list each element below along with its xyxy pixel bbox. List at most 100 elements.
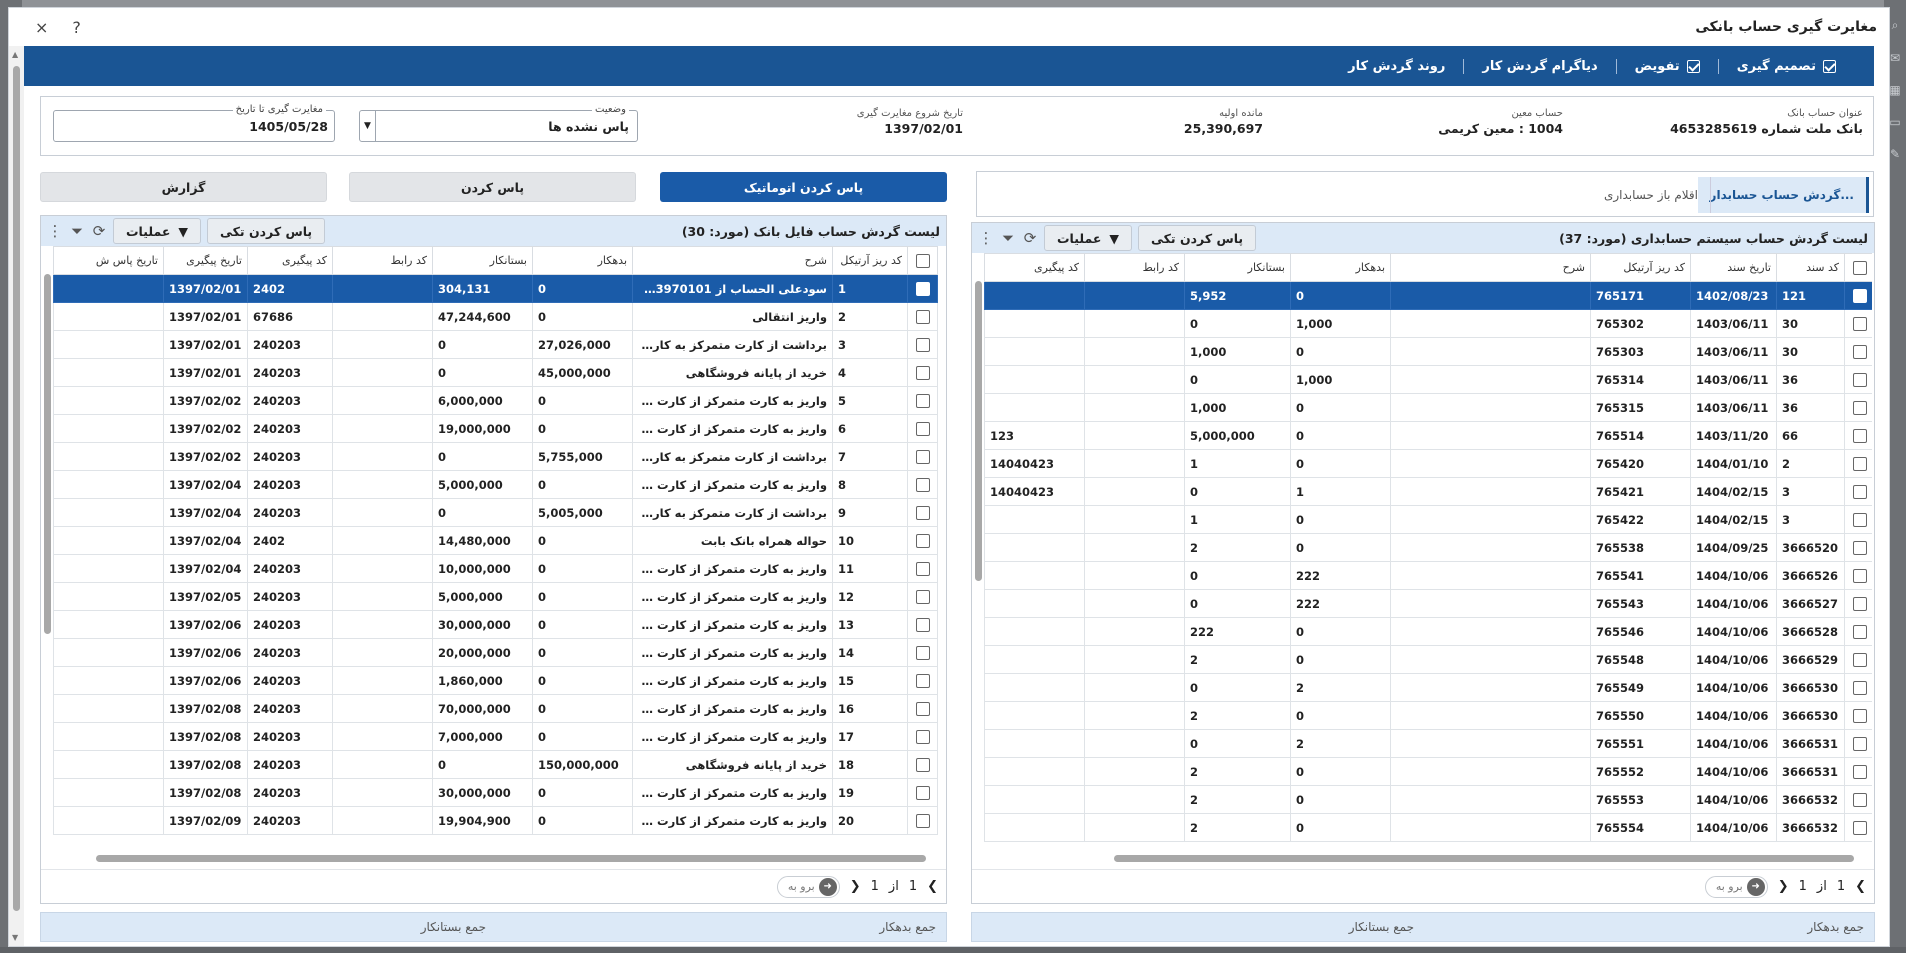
column-header[interactable]: کد رابط	[1084, 253, 1185, 282]
pass-button[interactable]: پاس کردن	[349, 172, 636, 202]
checkbox-icon[interactable]	[1852, 764, 1867, 779]
row-checkbox[interactable]	[907, 442, 938, 471]
row-checkbox[interactable]	[1844, 505, 1872, 534]
table-row[interactable]: 121 1402/08/23 765171 0 5,952	[984, 281, 1872, 310]
table-row[interactable]: 3666531 1404/10/06 765551 2 0	[984, 729, 1872, 758]
row-checkbox[interactable]	[907, 330, 938, 359]
bank-single-pass-button[interactable]: پاس کردن تکی	[207, 218, 326, 244]
checkbox-icon[interactable]	[1852, 792, 1867, 807]
column-header[interactable]: کد پیگیری	[247, 246, 333, 275]
checkbox-icon[interactable]	[915, 729, 930, 744]
checkbox-icon[interactable]	[915, 561, 930, 576]
row-checkbox[interactable]	[1844, 589, 1872, 618]
table-row[interactable]: 36 1403/06/11 765314 1,000 0	[984, 365, 1872, 394]
scroll-thumb[interactable]	[44, 274, 51, 634]
row-checkbox[interactable]	[1844, 309, 1872, 338]
accounting-hscroll[interactable]	[984, 851, 1870, 865]
column-header[interactable]: کد سند	[1776, 253, 1845, 282]
table-row[interactable]: 4 خرید از پایانه فروشگاهی 45,000,000 0 24020…	[53, 358, 938, 387]
column-header[interactable]: بستانکار	[432, 246, 533, 275]
row-checkbox[interactable]	[1844, 645, 1872, 674]
checkbox-icon[interactable]	[1852, 484, 1867, 499]
table-row[interactable]: 3 1404/02/15 765421 1 0 14040423	[984, 477, 1872, 506]
column-header[interactable]: کد رابط	[332, 246, 433, 275]
table-row[interactable]: 12واریز به کارت متمرکز از کارت شتاب اینت…	[53, 582, 938, 611]
scroll-down-icon[interactable]: ▼	[12, 933, 18, 942]
checkbox-icon[interactable]	[1852, 708, 1867, 723]
next-page-icon[interactable]: ❮	[927, 879, 938, 894]
refresh-icon[interactable]: ⟳	[1022, 229, 1038, 247]
table-row[interactable]: 3666532 1404/10/06 765554 0 2	[984, 813, 1872, 842]
filter-icon[interactable]: ⏷	[69, 222, 85, 240]
checkbox-icon[interactable]	[1852, 428, 1867, 443]
scroll-thumb[interactable]	[96, 855, 926, 862]
table-row[interactable]: 2 1404/01/10 765420 0 1 14040423	[984, 449, 1872, 478]
row-checkbox[interactable]	[907, 778, 938, 807]
checkbox-icon[interactable]	[915, 785, 930, 800]
table-row[interactable]: 17واریز به کارت متمرکز از کارت متمرکز(شت…	[53, 722, 938, 751]
table-row[interactable]: 9برداشت از کارت متمرکز به کارت شتاب5,005…	[53, 498, 938, 527]
row-checkbox[interactable]	[1844, 421, 1872, 450]
bank-operations-dropdown[interactable]: عملیات ▼	[113, 218, 202, 244]
table-row[interactable]: 20واریز به کارت متمرکز از کارت شتاب خودپ…	[53, 806, 938, 835]
bank-vscroll[interactable]	[41, 274, 53, 851]
table-row[interactable]: 13واریز به کارت متمرکز از کارت متمرکز(شت…	[53, 610, 938, 639]
row-checkbox[interactable]	[907, 470, 938, 499]
checkbox-icon[interactable]	[915, 253, 930, 268]
table-row[interactable]: 14واریز به کارت متمرکز از کارت متمرکز(شت…	[53, 638, 938, 667]
table-row[interactable]: 11واریز به کارت متمرکز از کارت شتاب خودپ…	[53, 554, 938, 583]
row-checkbox[interactable]	[907, 274, 938, 303]
row-checkbox[interactable]	[907, 302, 938, 331]
checkbox-icon[interactable]	[915, 449, 930, 464]
prev-page-icon[interactable]: ❯	[1778, 879, 1789, 894]
help-icon[interactable]: ?	[72, 18, 81, 37]
table-row[interactable]: 3666527 1404/10/06 765543 222 0	[984, 589, 1872, 618]
checkbox-icon[interactable]	[1852, 820, 1867, 835]
goto-page-input[interactable]: برو به ➜	[1704, 875, 1768, 898]
table-row[interactable]: 1سودعلی الحساب از 13970101 الی 0131...03…	[53, 274, 938, 303]
row-checkbox[interactable]	[907, 582, 938, 611]
checkbox-icon[interactable]	[915, 617, 930, 632]
checkbox-icon[interactable]	[915, 309, 930, 324]
scroll-thumb[interactable]	[13, 66, 20, 911]
table-row[interactable]: 15واریز به کارت متمرکز از کارت شتاب خودپ…	[53, 666, 938, 695]
goto-arrow-icon[interactable]: ➜	[818, 877, 837, 896]
checkbox-icon[interactable]	[1852, 680, 1867, 695]
row-checkbox[interactable]	[907, 722, 938, 751]
row-checkbox[interactable]	[907, 414, 938, 443]
row-checkbox[interactable]	[907, 526, 938, 555]
checkbox-icon[interactable]	[915, 645, 930, 660]
table-row[interactable]: 2 واریز انتقالی 0 47,244,600 67686 1397/02/01	[53, 302, 938, 331]
row-checkbox[interactable]	[1844, 365, 1872, 394]
table-row[interactable]: 5واریز به کارت متمرکز از کارت شتاب اینتر…	[53, 386, 938, 415]
row-checkbox[interactable]	[907, 806, 938, 835]
checkbox-icon[interactable]	[915, 477, 930, 492]
column-header[interactable]: بدهکار	[1290, 253, 1391, 282]
row-checkbox[interactable]	[907, 610, 938, 639]
row-checkbox[interactable]	[1844, 785, 1872, 814]
select-all-checkbox[interactable]	[1844, 253, 1872, 282]
tab-accounting-turnover[interactable]: گردش حساب حسابدار...	[1697, 177, 1869, 213]
select-all-checkbox[interactable]	[907, 246, 938, 275]
checkbox-icon[interactable]	[915, 393, 930, 408]
checkbox-icon[interactable]	[1852, 512, 1867, 527]
scroll-thumb[interactable]	[975, 281, 982, 581]
column-header[interactable]: بستانکار	[1184, 253, 1291, 282]
column-header[interactable]: تاریخ پاس ش	[53, 246, 164, 275]
checkbox-icon[interactable]	[1852, 596, 1867, 611]
table-row[interactable]: 3666529 1404/10/06 765548 0 2	[984, 645, 1872, 674]
status-select[interactable]: وضعیت ▼ پاس نشده ها	[359, 104, 638, 142]
row-checkbox[interactable]	[1844, 477, 1872, 506]
next-page-icon[interactable]: ❮	[1855, 879, 1866, 894]
checkbox-icon[interactable]	[1852, 652, 1867, 667]
row-checkbox[interactable]	[1844, 561, 1872, 590]
table-row[interactable]: 66 1403/11/20 765514 0 5,000,000 123	[984, 421, 1872, 450]
table-row[interactable]: 3666530 1404/10/06 765549 2 0	[984, 673, 1872, 702]
table-row[interactable]: 3666531 1404/10/06 765552 0 2	[984, 757, 1872, 786]
table-row[interactable]: 3666526 1404/10/06 765541 222 0	[984, 561, 1872, 590]
more-vertical-icon[interactable]: ⋮	[978, 229, 994, 247]
workflow-history-button[interactable]: روند گردش کار	[1330, 59, 1463, 74]
checkbox-icon[interactable]	[1852, 260, 1867, 275]
table-row[interactable]: 3666528 1404/10/06 765546 0 222	[984, 617, 1872, 646]
chevron-down-icon[interactable]: ▼	[360, 111, 376, 141]
